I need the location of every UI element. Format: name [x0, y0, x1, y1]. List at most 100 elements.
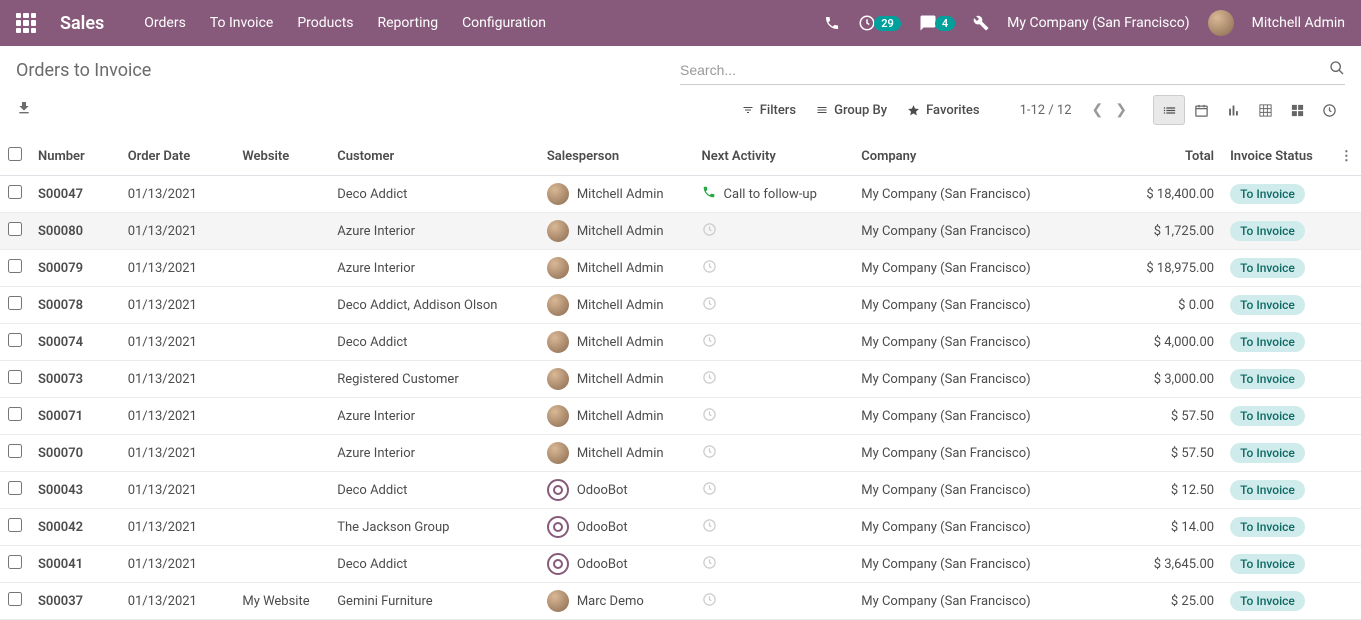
- table-row[interactable]: S0004301/13/2021Deco AddictOdooBotMy Com…: [0, 472, 1361, 509]
- table-row[interactable]: S0004201/13/2021The Jackson GroupOdooBot…: [0, 509, 1361, 546]
- table-row[interactable]: S0008001/13/2021Azure InteriorMitchell A…: [0, 213, 1361, 250]
- next-page[interactable]: ❯: [1109, 102, 1133, 118]
- nav-to-invoice[interactable]: To Invoice: [210, 15, 274, 31]
- cell-activity[interactable]: [694, 361, 854, 398]
- topbar-right: 29 4 My Company (San Francisco) Mitchell…: [824, 10, 1345, 36]
- row-checkbox[interactable]: [8, 592, 22, 606]
- search-input[interactable]: [680, 62, 1329, 78]
- view-kanban[interactable]: [1281, 95, 1313, 125]
- phone-icon[interactable]: [824, 15, 840, 31]
- favorites-button[interactable]: Favorites: [907, 103, 979, 118]
- view-activity[interactable]: [1313, 95, 1345, 125]
- table-row[interactable]: S0007101/13/2021Azure InteriorMitchell A…: [0, 398, 1361, 435]
- view-calendar[interactable]: [1185, 95, 1217, 125]
- col-website[interactable]: Website: [234, 137, 329, 176]
- cell-activity[interactable]: Call to follow-up: [694, 176, 854, 213]
- cell-salesperson: Mitchell Admin: [539, 435, 694, 472]
- cell-customer: Azure Interior: [329, 250, 539, 287]
- row-checkbox[interactable]: [8, 407, 22, 421]
- table-row[interactable]: S0007801/13/2021Deco Addict, Addison Ols…: [0, 287, 1361, 324]
- cell-status: To Invoice: [1222, 250, 1332, 287]
- pager[interactable]: 1-12 / 12: [1020, 103, 1072, 118]
- row-checkbox[interactable]: [8, 333, 22, 347]
- table-row[interactable]: S0003701/13/2021My WebsiteGemini Furnitu…: [0, 583, 1361, 620]
- cell-number: S00043: [30, 472, 120, 509]
- cell-status: To Invoice: [1222, 176, 1332, 213]
- user-avatar[interactable]: [1208, 10, 1234, 36]
- salesperson-avatar: [547, 405, 569, 427]
- control-bar: Orders to Invoice: [0, 46, 1361, 85]
- user-name[interactable]: Mitchell Admin: [1252, 15, 1345, 31]
- row-checkbox[interactable]: [8, 222, 22, 236]
- company-selector[interactable]: My Company (San Francisco): [1007, 15, 1189, 31]
- cell-activity[interactable]: [694, 583, 854, 620]
- col-date[interactable]: Order Date: [120, 137, 235, 176]
- view-graph[interactable]: [1217, 95, 1249, 125]
- cell-date: 01/13/2021: [120, 361, 235, 398]
- apps-icon[interactable]: [16, 13, 36, 33]
- cell-activity[interactable]: [694, 398, 854, 435]
- row-checkbox[interactable]: [8, 259, 22, 273]
- activity-icon[interactable]: 29: [858, 14, 901, 32]
- row-checkbox[interactable]: [8, 370, 22, 384]
- download-icon[interactable]: [16, 100, 32, 120]
- row-checkbox[interactable]: [8, 185, 22, 199]
- view-list[interactable]: [1153, 95, 1185, 125]
- groupby-button[interactable]: Group By: [816, 103, 887, 118]
- cell-activity[interactable]: [694, 250, 854, 287]
- table-row[interactable]: S0007901/13/2021Azure InteriorMitchell A…: [0, 250, 1361, 287]
- cell-total: $ 18,975.00: [1117, 250, 1222, 287]
- select-all[interactable]: [8, 147, 22, 161]
- table-row[interactable]: S0007301/13/2021Registered CustomerMitch…: [0, 361, 1361, 398]
- col-customer[interactable]: Customer: [329, 137, 539, 176]
- cell-activity[interactable]: [694, 324, 854, 361]
- messages-icon[interactable]: 4: [919, 14, 955, 32]
- nav-reporting[interactable]: Reporting: [378, 15, 439, 31]
- cell-customer: Azure Interior: [329, 213, 539, 250]
- col-salesperson[interactable]: Salesperson: [539, 137, 694, 176]
- status-badge: To Invoice: [1230, 258, 1305, 278]
- table-row[interactable]: S0004701/13/2021Deco AddictMitchell Admi…: [0, 176, 1361, 213]
- salesperson-name: Mitchell Admin: [577, 187, 664, 202]
- cell-activity[interactable]: [694, 472, 854, 509]
- cell-number: S00078: [30, 287, 120, 324]
- nav-configuration[interactable]: Configuration: [462, 15, 546, 31]
- cell-status: To Invoice: [1222, 287, 1332, 324]
- nav-orders[interactable]: Orders: [144, 15, 186, 31]
- search-icon[interactable]: [1329, 60, 1345, 80]
- col-total[interactable]: Total: [1117, 137, 1222, 176]
- cell-activity[interactable]: [694, 509, 854, 546]
- debug-icon[interactable]: [973, 15, 989, 31]
- col-status[interactable]: Invoice Status: [1222, 137, 1332, 176]
- more-columns-icon[interactable]: ⋮: [1340, 149, 1353, 164]
- view-pivot[interactable]: [1249, 95, 1281, 125]
- prev-page[interactable]: ❮: [1086, 102, 1110, 118]
- col-activity[interactable]: Next Activity: [694, 137, 854, 176]
- row-checkbox[interactable]: [8, 481, 22, 495]
- nav-products[interactable]: Products: [297, 15, 353, 31]
- col-number[interactable]: Number: [30, 137, 120, 176]
- activity-icon: [702, 592, 717, 611]
- cell-activity[interactable]: [694, 287, 854, 324]
- row-checkbox[interactable]: [8, 555, 22, 569]
- row-checkbox[interactable]: [8, 296, 22, 310]
- app-brand[interactable]: Sales: [60, 13, 104, 34]
- cell-activity[interactable]: [694, 435, 854, 472]
- row-checkbox[interactable]: [8, 444, 22, 458]
- activity-icon: [702, 407, 717, 426]
- cell-company: My Company (San Francisco): [853, 398, 1117, 435]
- cell-customer: Registered Customer: [329, 361, 539, 398]
- col-company[interactable]: Company: [853, 137, 1117, 176]
- table-row[interactable]: S0007401/13/2021Deco AddictMitchell Admi…: [0, 324, 1361, 361]
- cell-total: $ 4,000.00: [1117, 324, 1222, 361]
- row-checkbox[interactable]: [8, 518, 22, 532]
- cell-company: My Company (San Francisco): [853, 472, 1117, 509]
- cell-spacer: [1332, 213, 1361, 250]
- salesperson-name: Mitchell Admin: [577, 409, 664, 424]
- table-row[interactable]: S0007001/13/2021Azure InteriorMitchell A…: [0, 435, 1361, 472]
- filters-button[interactable]: Filters: [742, 103, 796, 118]
- status-badge: To Invoice: [1230, 406, 1305, 426]
- cell-website: [234, 398, 329, 435]
- cell-activity[interactable]: [694, 213, 854, 250]
- cell-spacer: [1332, 398, 1361, 435]
